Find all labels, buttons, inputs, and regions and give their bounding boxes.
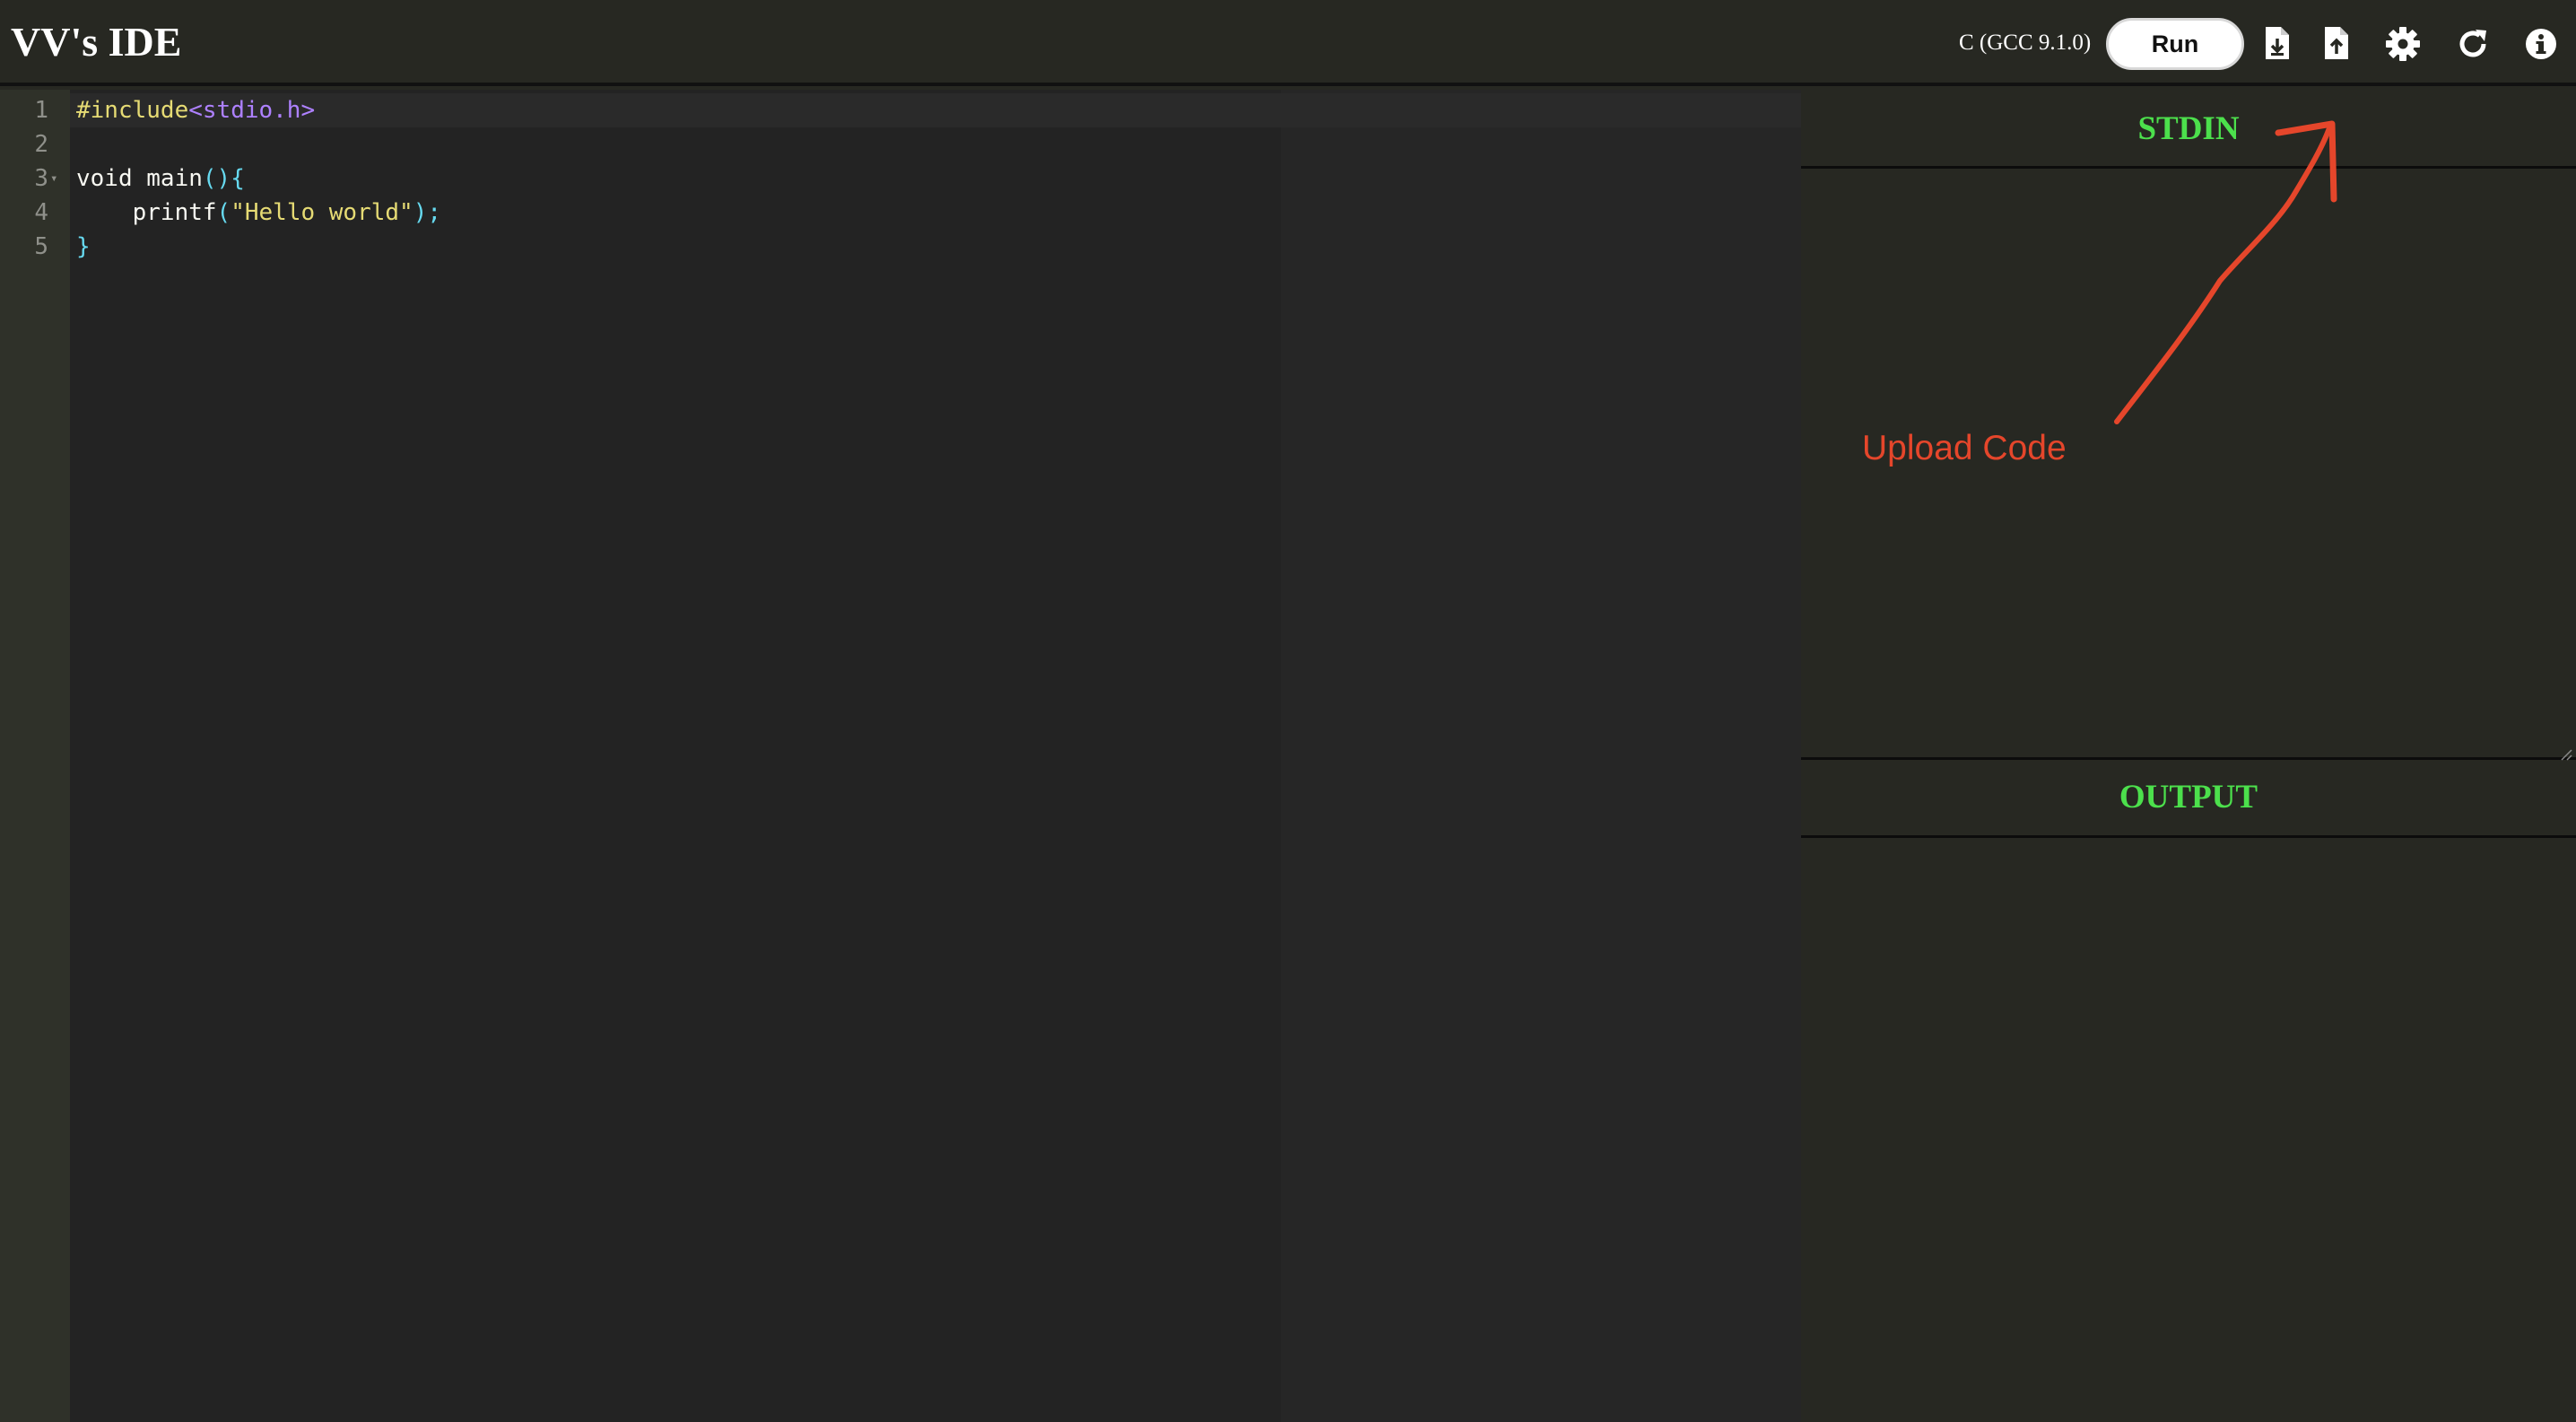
- line-number: 2: [34, 131, 48, 158]
- code-line[interactable]: #include<stdio.h>: [76, 93, 315, 127]
- active-line-highlight: [70, 93, 1801, 127]
- info-button[interactable]: [2520, 23, 2562, 65]
- line-number: 3: [34, 165, 48, 192]
- string-literal: "Hello world": [231, 199, 413, 226]
- run-button[interactable]: Run: [2106, 18, 2244, 70]
- app-title: VV's IDE: [11, 19, 182, 65]
- top-toolbar: VV's IDE C (GCC 9.1.0) Run: [0, 0, 2576, 86]
- refresh-icon: [2459, 30, 2486, 57]
- download-code-button[interactable]: [2257, 23, 2298, 65]
- download-icon: [2266, 27, 2289, 59]
- parens: (){: [202, 165, 245, 192]
- closing-brace: }: [76, 233, 91, 260]
- upload-code-button[interactable]: [2316, 23, 2357, 65]
- code-line[interactable]: void main(){: [76, 161, 245, 196]
- include-file: <stdio.h>: [188, 97, 316, 124]
- print-margin: [1281, 90, 1801, 1422]
- annotation-upload-code: Upload Code: [1862, 429, 2067, 467]
- line-number: 4: [34, 199, 48, 226]
- language-selector[interactable]: C (GCC 9.1.0): [1959, 27, 2091, 59]
- code-line[interactable]: printf("Hello world");: [76, 196, 441, 230]
- info-icon: [2526, 29, 2556, 59]
- annotation-arrow-icon: [2114, 120, 2337, 424]
- fold-arrow-icon[interactable]: ▾: [50, 161, 57, 196]
- code-line[interactable]: }: [76, 230, 91, 264]
- gear-icon: [2386, 27, 2420, 61]
- close-paren: );: [413, 199, 442, 226]
- preprocessor-directive: #include: [76, 97, 189, 124]
- output-divider: [1801, 835, 2576, 838]
- stdin-bottom-divider: [1801, 757, 2576, 760]
- line-number-gutter: [0, 90, 70, 1422]
- settings-button[interactable]: [2382, 23, 2424, 65]
- function-signature: void main: [76, 165, 203, 192]
- open-paren: (: [216, 199, 231, 226]
- resize-grip-icon[interactable]: [2558, 746, 2572, 761]
- function-call: printf: [132, 199, 217, 226]
- line-number: 5: [34, 233, 48, 260]
- output-display: [1801, 840, 2576, 1422]
- output-title: OUTPUT: [2119, 779, 2258, 816]
- line-number: 1: [34, 97, 48, 124]
- reset-button[interactable]: [2452, 23, 2493, 65]
- code-editor[interactable]: 1 2 3 ▾ 4 5 #include<stdio.h> void main(…: [0, 90, 1801, 1422]
- upload-icon: [2325, 27, 2348, 59]
